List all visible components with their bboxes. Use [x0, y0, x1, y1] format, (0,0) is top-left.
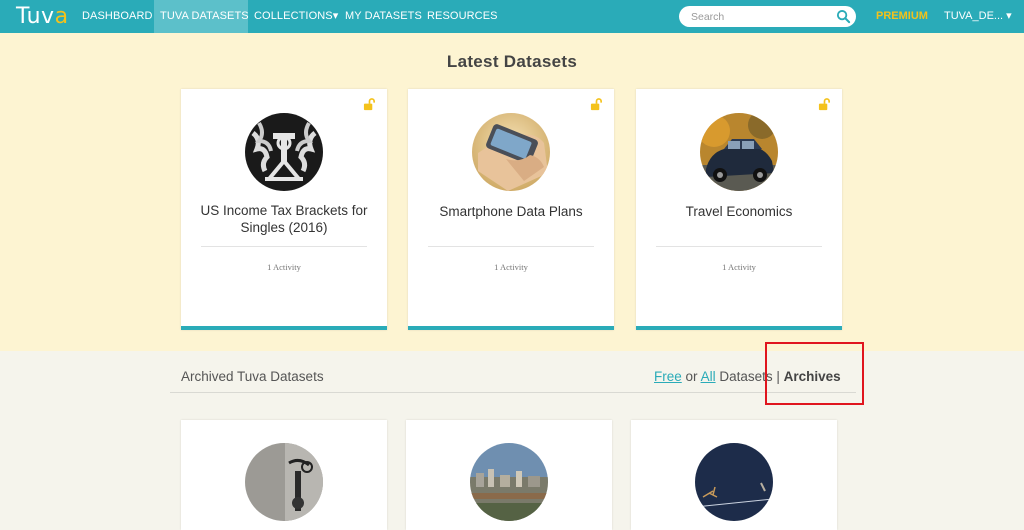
archived-section-title: Archived Tuva Datasets — [181, 369, 324, 384]
dataset-thumbnail — [245, 113, 323, 191]
unlocked-icon — [590, 98, 602, 111]
unlocked-icon — [363, 98, 375, 111]
dataset-thumbnail — [472, 113, 550, 191]
archived-dataset-card[interactable] — [631, 420, 837, 530]
dataset-thumbnail — [245, 443, 323, 521]
filter-all-link[interactable]: All — [701, 369, 716, 384]
dataset-card[interactable]: Travel Economics 1 Activity — [636, 89, 842, 330]
dataset-thumbnail — [695, 443, 773, 521]
search-icon[interactable] — [836, 9, 851, 24]
user-menu[interactable]: TUVA_DE... ▾ — [944, 0, 1012, 33]
activity-count: 1 Activity — [267, 262, 301, 272]
dataset-title[interactable]: Smartphone Data Plans — [422, 203, 600, 220]
nav-resources[interactable]: RESOURCES — [427, 0, 498, 33]
filter-or-text: or — [685, 369, 698, 384]
dataset-card[interactable]: Smartphone Data Plans 1 Activity — [408, 89, 614, 330]
nav-my-datasets[interactable]: MY DATASETS — [345, 0, 422, 33]
section-title: Latest Datasets — [446, 52, 578, 71]
nav-collections[interactable]: COLLECTIONS▾ — [254, 0, 338, 33]
unlocked-icon — [818, 98, 830, 111]
dataset-thumbnail — [700, 113, 778, 191]
activity-count: 1 Activity — [722, 262, 756, 272]
activity-count: 1 Activity — [494, 262, 528, 272]
highlight-annotation-box — [765, 342, 864, 405]
top-navbar: Tuva DASHBOARD TUVA DATASETS COLLECTIONS… — [0, 0, 1024, 33]
search-input[interactable] — [691, 9, 831, 24]
nav-dashboard[interactable]: DASHBOARD — [82, 0, 153, 33]
card-divider — [428, 246, 594, 247]
latest-datasets-section: Latest Datasets US Income Tax Brackets f… — [0, 33, 1024, 351]
dataset-thumbnail — [470, 443, 548, 521]
search-box — [679, 6, 856, 27]
premium-link[interactable]: PREMIUM — [876, 0, 928, 33]
archived-dataset-card[interactable] — [181, 420, 387, 530]
card-divider — [656, 246, 822, 247]
tuva-logo[interactable]: Tuva — [16, 4, 69, 29]
nav-tuva-datasets[interactable]: TUVA DATASETS — [154, 0, 249, 33]
dataset-card[interactable]: US Income Tax Brackets for Singles (2016… — [181, 89, 387, 330]
logo-text: Tuv — [16, 4, 55, 29]
card-divider — [201, 246, 367, 247]
section-divider — [170, 392, 856, 393]
filter-free-link[interactable]: Free — [654, 369, 682, 384]
logo-accent: a — [54, 4, 69, 29]
dataset-title[interactable]: Travel Economics — [650, 203, 828, 220]
dataset-title[interactable]: US Income Tax Brackets for Singles (2016… — [195, 202, 373, 236]
archived-dataset-card[interactable] — [406, 420, 612, 530]
